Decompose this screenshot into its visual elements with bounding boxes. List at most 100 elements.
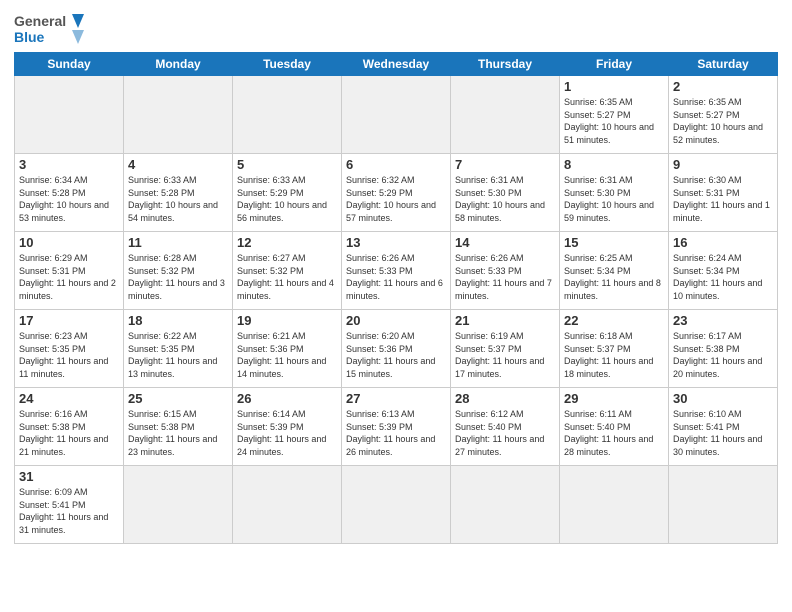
day-number: 23	[673, 313, 773, 328]
day-info: Sunrise: 6:33 AM Sunset: 5:28 PM Dayligh…	[128, 174, 228, 224]
day-info: Sunrise: 6:28 AM Sunset: 5:32 PM Dayligh…	[128, 252, 228, 302]
day-info: Sunrise: 6:31 AM Sunset: 5:30 PM Dayligh…	[455, 174, 555, 224]
day-info: Sunrise: 6:10 AM Sunset: 5:41 PM Dayligh…	[673, 408, 773, 458]
day-number: 10	[19, 235, 119, 250]
day-info: Sunrise: 6:23 AM Sunset: 5:35 PM Dayligh…	[19, 330, 119, 380]
day-info: Sunrise: 6:14 AM Sunset: 5:39 PM Dayligh…	[237, 408, 337, 458]
generalblue-logo-icon: General Blue	[14, 10, 84, 46]
day-info: Sunrise: 6:34 AM Sunset: 5:28 PM Dayligh…	[19, 174, 119, 224]
table-row	[560, 466, 669, 544]
day-number: 15	[564, 235, 664, 250]
col-wednesday: Wednesday	[342, 53, 451, 76]
table-row: 21 Sunrise: 6:19 AM Sunset: 5:37 PM Dayli…	[451, 310, 560, 388]
table-row: 27 Sunrise: 6:13 AM Sunset: 5:39 PM Dayli…	[342, 388, 451, 466]
col-friday: Friday	[560, 53, 669, 76]
page: General Blue Sunday Monday Tuesday Wedne…	[0, 0, 792, 612]
day-info: Sunrise: 6:09 AM Sunset: 5:41 PM Dayligh…	[19, 486, 119, 536]
calendar: Sunday Monday Tuesday Wednesday Thursday…	[14, 52, 778, 544]
table-row: 25 Sunrise: 6:15 AM Sunset: 5:38 PM Dayli…	[124, 388, 233, 466]
day-info: Sunrise: 6:24 AM Sunset: 5:34 PM Dayligh…	[673, 252, 773, 302]
calendar-row: 3 Sunrise: 6:34 AM Sunset: 5:28 PM Daylig…	[15, 154, 778, 232]
day-info: Sunrise: 6:30 AM Sunset: 5:31 PM Dayligh…	[673, 174, 773, 224]
col-sunday: Sunday	[15, 53, 124, 76]
day-number: 7	[455, 157, 555, 172]
table-row: 2 Sunrise: 6:35 AM Sunset: 5:27 PM Daylig…	[669, 76, 778, 154]
table-row: 3 Sunrise: 6:34 AM Sunset: 5:28 PM Daylig…	[15, 154, 124, 232]
day-number: 5	[237, 157, 337, 172]
col-thursday: Thursday	[451, 53, 560, 76]
svg-text:General: General	[14, 13, 66, 29]
day-number: 3	[19, 157, 119, 172]
day-info: Sunrise: 6:19 AM Sunset: 5:37 PM Dayligh…	[455, 330, 555, 380]
day-info: Sunrise: 6:21 AM Sunset: 5:36 PM Dayligh…	[237, 330, 337, 380]
day-number: 28	[455, 391, 555, 406]
table-row: 18Sunrise: 6:22 AM Sunset: 5:35 PM Dayli…	[124, 310, 233, 388]
day-number: 29	[564, 391, 664, 406]
day-number: 9	[673, 157, 773, 172]
day-info: Sunrise: 6:29 AM Sunset: 5:31 PM Dayligh…	[19, 252, 119, 302]
day-number: 21	[455, 313, 555, 328]
table-row: 15 Sunrise: 6:25 AM Sunset: 5:34 PM Dayli…	[560, 232, 669, 310]
calendar-row: 24 Sunrise: 6:16 AM Sunset: 5:38 PM Dayli…	[15, 388, 778, 466]
table-row: 17 Sunrise: 6:23 AM Sunset: 5:35 PM Dayli…	[15, 310, 124, 388]
table-row: 8Sunrise: 6:31 AM Sunset: 5:30 PM Daylig…	[560, 154, 669, 232]
table-row: 26 Sunrise: 6:14 AM Sunset: 5:39 PM Dayli…	[233, 388, 342, 466]
table-row: 19 Sunrise: 6:21 AM Sunset: 5:36 PM Dayli…	[233, 310, 342, 388]
table-row	[124, 466, 233, 544]
day-number: 12	[237, 235, 337, 250]
table-row	[451, 466, 560, 544]
day-number: 31	[19, 469, 119, 484]
col-saturday: Saturday	[669, 53, 778, 76]
calendar-header-row: Sunday Monday Tuesday Wednesday Thursday…	[15, 53, 778, 76]
calendar-row: 1Sunrise: 6:35 AM Sunset: 5:27 PM Daylig…	[15, 76, 778, 154]
day-info: Sunrise: 6:26 AM Sunset: 5:33 PM Dayligh…	[455, 252, 555, 302]
table-row	[669, 466, 778, 544]
day-info: Sunrise: 6:33 AM Sunset: 5:29 PM Dayligh…	[237, 174, 337, 224]
day-number: 17	[19, 313, 119, 328]
table-row: 30 Sunrise: 6:10 AM Sunset: 5:41 PM Dayli…	[669, 388, 778, 466]
table-row	[342, 466, 451, 544]
table-row: 1Sunrise: 6:35 AM Sunset: 5:27 PM Daylig…	[560, 76, 669, 154]
table-row: 4Sunrise: 6:33 AM Sunset: 5:28 PM Daylig…	[124, 154, 233, 232]
table-row	[124, 76, 233, 154]
day-number: 30	[673, 391, 773, 406]
table-row	[451, 76, 560, 154]
day-number: 2	[673, 79, 773, 94]
calendar-row: 17 Sunrise: 6:23 AM Sunset: 5:35 PM Dayli…	[15, 310, 778, 388]
day-info: Sunrise: 6:35 AM Sunset: 5:27 PM Dayligh…	[673, 96, 773, 146]
day-number: 22	[564, 313, 664, 328]
table-row: 20Sunrise: 6:20 AM Sunset: 5:36 PM Dayli…	[342, 310, 451, 388]
day-info: Sunrise: 6:17 AM Sunset: 5:38 PM Dayligh…	[673, 330, 773, 380]
table-row: 10 Sunrise: 6:29 AM Sunset: 5:31 PM Dayli…	[15, 232, 124, 310]
table-row: 23 Sunrise: 6:17 AM Sunset: 5:38 PM Dayli…	[669, 310, 778, 388]
table-row: 6Sunrise: 6:32 AM Sunset: 5:29 PM Daylig…	[342, 154, 451, 232]
day-info: Sunrise: 6:18 AM Sunset: 5:37 PM Dayligh…	[564, 330, 664, 380]
day-info: Sunrise: 6:16 AM Sunset: 5:38 PM Dayligh…	[19, 408, 119, 458]
day-number: 24	[19, 391, 119, 406]
day-info: Sunrise: 6:27 AM Sunset: 5:32 PM Dayligh…	[237, 252, 337, 302]
day-number: 16	[673, 235, 773, 250]
table-row: 14 Sunrise: 6:26 AM Sunset: 5:33 PM Dayli…	[451, 232, 560, 310]
day-number: 14	[455, 235, 555, 250]
day-number: 25	[128, 391, 228, 406]
day-info: Sunrise: 6:13 AM Sunset: 5:39 PM Dayligh…	[346, 408, 446, 458]
day-number: 19	[237, 313, 337, 328]
table-row: 5 Sunrise: 6:33 AM Sunset: 5:29 PM Daylig…	[233, 154, 342, 232]
day-number: 26	[237, 391, 337, 406]
day-info: Sunrise: 6:35 AM Sunset: 5:27 PM Dayligh…	[564, 96, 664, 146]
col-monday: Monday	[124, 53, 233, 76]
table-row: 7 Sunrise: 6:31 AM Sunset: 5:30 PM Daylig…	[451, 154, 560, 232]
day-info: Sunrise: 6:31 AM Sunset: 5:30 PM Dayligh…	[564, 174, 664, 224]
table-row: 31 Sunrise: 6:09 AM Sunset: 5:41 PM Dayli…	[15, 466, 124, 544]
table-row: 12 Sunrise: 6:27 AM Sunset: 5:32 PM Dayli…	[233, 232, 342, 310]
table-row: 16 Sunrise: 6:24 AM Sunset: 5:34 PM Dayli…	[669, 232, 778, 310]
table-row: 29Sunrise: 6:11 AM Sunset: 5:40 PM Dayli…	[560, 388, 669, 466]
table-row: 11 Sunrise: 6:28 AM Sunset: 5:32 PM Dayli…	[124, 232, 233, 310]
day-info: Sunrise: 6:15 AM Sunset: 5:38 PM Dayligh…	[128, 408, 228, 458]
table-row: 13Sunrise: 6:26 AM Sunset: 5:33 PM Dayli…	[342, 232, 451, 310]
table-row: 24 Sunrise: 6:16 AM Sunset: 5:38 PM Dayli…	[15, 388, 124, 466]
day-info: Sunrise: 6:25 AM Sunset: 5:34 PM Dayligh…	[564, 252, 664, 302]
day-number: 27	[346, 391, 446, 406]
day-number: 13	[346, 235, 446, 250]
day-number: 11	[128, 235, 228, 250]
